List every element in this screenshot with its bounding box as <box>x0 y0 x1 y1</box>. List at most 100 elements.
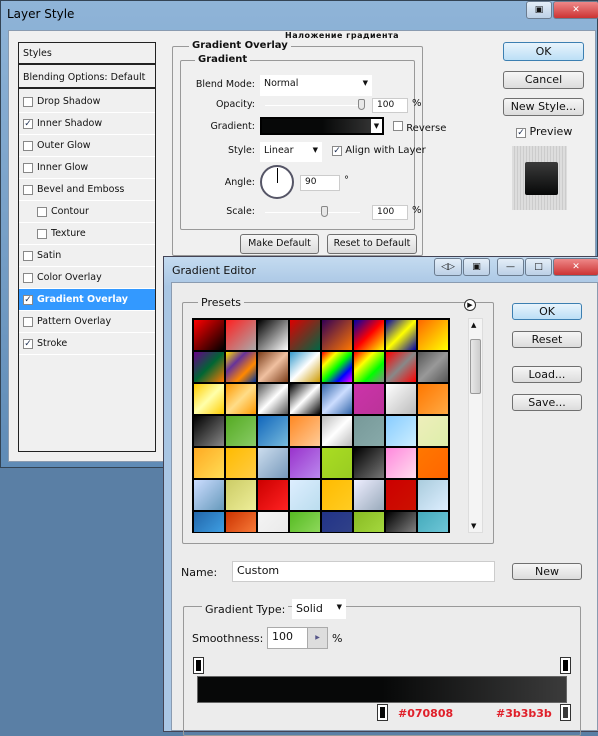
scale-slider-thumb[interactable] <box>321 206 328 217</box>
preset-swatch[interactable] <box>193 415 225 447</box>
scrollbar-thumb[interactable] <box>470 339 481 394</box>
scroll-down-icon[interactable]: ▼ <box>471 522 476 530</box>
preset-swatch[interactable] <box>257 383 289 415</box>
preset-swatch[interactable] <box>321 511 353 532</box>
style-item[interactable]: ✓ Inner Shadow <box>19 113 155 135</box>
preset-swatch[interactable] <box>257 479 289 511</box>
preset-swatch[interactable] <box>289 351 321 383</box>
name-input[interactable]: Custom <box>232 561 495 582</box>
preset-swatch[interactable] <box>193 479 225 511</box>
preset-swatch[interactable] <box>225 319 257 351</box>
style-checkbox[interactable] <box>23 251 33 261</box>
preview-checkbox[interactable]: ✓ Preview <box>516 125 572 138</box>
preset-swatch[interactable] <box>257 351 289 383</box>
preset-swatch[interactable] <box>193 447 225 479</box>
preset-swatch[interactable] <box>417 319 449 351</box>
preset-swatch[interactable] <box>225 415 257 447</box>
scale-slider[interactable] <box>265 212 360 213</box>
opacity-input[interactable]: 100 <box>372 98 408 113</box>
blend-mode-select[interactable]: Normal <box>260 75 372 96</box>
presets-scrollbar[interactable]: ▲ ▼ <box>468 318 483 533</box>
preset-swatch[interactable] <box>385 447 417 479</box>
style-item[interactable]: ✓ Stroke <box>19 333 155 355</box>
opacity-stop-left[interactable] <box>193 657 204 674</box>
gradient-type-select[interactable]: Solid <box>292 599 346 619</box>
preset-swatch[interactable] <box>225 511 257 532</box>
style-checkbox[interactable] <box>23 185 33 195</box>
style-item[interactable]: Texture <box>19 223 155 245</box>
preset-swatch[interactable] <box>417 479 449 511</box>
preset-swatch[interactable] <box>417 511 449 532</box>
preset-swatch[interactable] <box>193 383 225 415</box>
ge-load-button[interactable]: Load... <box>512 366 582 383</box>
preset-swatch[interactable] <box>321 447 353 479</box>
ok-button[interactable]: OK <box>503 42 584 61</box>
style-item[interactable]: Contour <box>19 201 155 223</box>
style-item[interactable]: Pattern Overlay <box>19 311 155 333</box>
preset-swatch[interactable] <box>193 351 225 383</box>
swap-icon[interactable]: ◁▷ <box>434 258 462 276</box>
preset-swatch[interactable] <box>289 319 321 351</box>
blending-options[interactable]: Blending Options: Default <box>19 67 155 89</box>
preset-swatch[interactable] <box>353 351 385 383</box>
preset-swatch[interactable] <box>289 383 321 415</box>
minimize-icon[interactable]: — <box>497 258 524 276</box>
preset-swatch[interactable] <box>417 351 449 383</box>
style-checkbox[interactable] <box>23 97 33 107</box>
preset-swatch[interactable] <box>257 415 289 447</box>
reset-to-default-button[interactable]: Reset to Default <box>327 234 417 254</box>
opacity-slider-thumb[interactable] <box>358 99 365 110</box>
style-checkbox[interactable]: ✓ <box>23 295 33 305</box>
preset-swatch[interactable] <box>353 447 385 479</box>
color-stop-right[interactable] <box>560 704 571 721</box>
preset-swatch[interactable] <box>385 479 417 511</box>
style-checkbox[interactable] <box>23 141 33 151</box>
ge-save-button[interactable]: Save... <box>512 394 582 411</box>
style-item[interactable]: Bevel and Emboss <box>19 179 155 201</box>
preset-swatch[interactable] <box>257 511 289 532</box>
style-checkbox[interactable] <box>37 207 47 217</box>
preset-swatch[interactable] <box>289 447 321 479</box>
preset-swatch[interactable] <box>385 511 417 532</box>
maximize-icon[interactable]: □ <box>525 258 552 276</box>
preset-swatch[interactable] <box>385 351 417 383</box>
preset-swatch[interactable] <box>193 319 225 351</box>
new-style-button[interactable]: New Style... <box>503 98 584 116</box>
preset-swatch[interactable] <box>417 415 449 447</box>
preset-swatch[interactable] <box>385 415 417 447</box>
preset-swatch[interactable] <box>353 383 385 415</box>
preset-swatch[interactable] <box>257 319 289 351</box>
scroll-up-icon[interactable]: ▲ <box>471 321 476 329</box>
close-icon[interactable]: ✕ <box>553 258 598 276</box>
style-select[interactable]: Linear <box>260 142 322 162</box>
align-with-layer-checkbox[interactable]: ✓ Align with Layer <box>332 145 426 156</box>
angle-input[interactable]: 90 <box>300 175 340 191</box>
reverse-checkbox[interactable]: Reverse <box>393 121 446 134</box>
preset-swatch[interactable] <box>321 479 353 511</box>
preset-swatch[interactable] <box>321 415 353 447</box>
preset-swatch[interactable] <box>353 319 385 351</box>
ge-ok-button[interactable]: OK <box>512 303 582 320</box>
restore-icon[interactable]: ▣ <box>463 258 490 276</box>
opacity-slider[interactable] <box>265 105 365 106</box>
scale-input[interactable]: 100 <box>372 205 408 220</box>
style-item[interactable]: ✓ Gradient Overlay <box>19 289 155 311</box>
preset-swatch[interactable] <box>225 351 257 383</box>
smoothness-arrow-icon[interactable]: ▶ <box>307 628 327 648</box>
preset-swatch[interactable] <box>225 383 257 415</box>
ge-reset-button[interactable]: Reset <box>512 331 582 348</box>
new-gradient-button[interactable]: New <box>512 563 582 580</box>
angle-dial[interactable] <box>260 165 294 199</box>
preset-swatch[interactable] <box>353 511 385 532</box>
preset-swatch[interactable] <box>385 319 417 351</box>
preset-swatch[interactable] <box>321 383 353 415</box>
preset-swatch[interactable] <box>353 479 385 511</box>
styles-header[interactable]: Styles <box>19 43 155 65</box>
style-checkbox[interactable] <box>23 163 33 173</box>
restore-icon[interactable]: ▣ <box>526 1 552 19</box>
style-item[interactable]: Drop Shadow <box>19 91 155 113</box>
style-item[interactable]: Outer Glow <box>19 135 155 157</box>
preset-swatch[interactable] <box>257 447 289 479</box>
style-checkbox[interactable] <box>37 229 47 239</box>
style-checkbox[interactable]: ✓ <box>23 119 33 129</box>
